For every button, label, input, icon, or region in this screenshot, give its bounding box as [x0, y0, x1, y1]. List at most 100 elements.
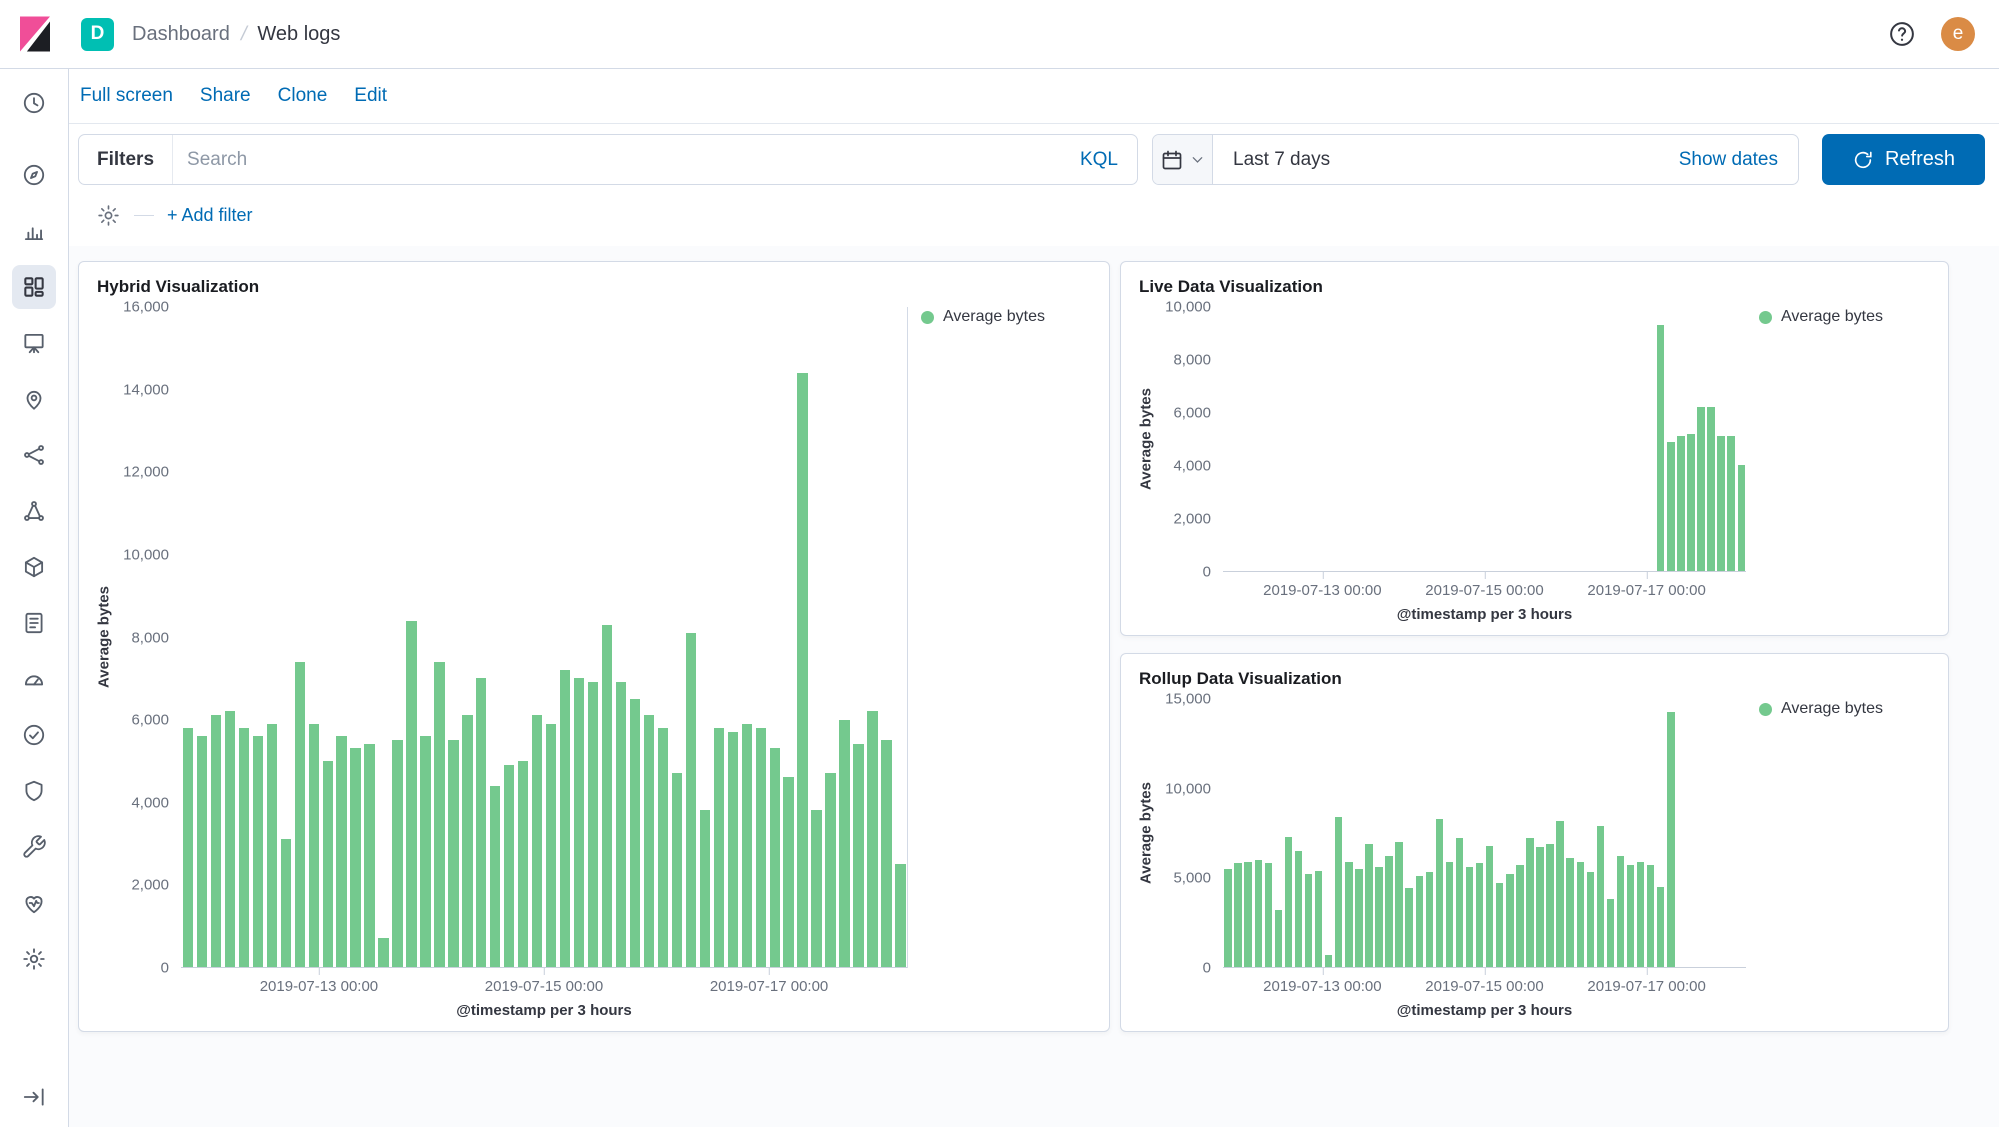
chart-legend[interactable]: Average bytes: [1746, 307, 1936, 572]
uptime-icon: [21, 722, 47, 748]
refresh-button[interactable]: Refresh: [1822, 134, 1985, 185]
apm-icon: [21, 666, 47, 692]
x-axis-title: @timestamp per 3 hours: [1223, 606, 1746, 623]
panel-live-data-visualization: Live Data Visualization Average bytes 02…: [1120, 261, 1949, 636]
main-content: Full screen Share Clone Edit Filters KQL: [69, 69, 1999, 1127]
breadcrumb: Dashboard / Web logs: [132, 23, 340, 46]
plot-area: [1223, 307, 1746, 572]
metrics-icon: [21, 554, 47, 580]
share-button[interactable]: Share: [200, 85, 251, 107]
bar-chart-live: Average bytes 02,0004,0006,0008,00010,00…: [1133, 299, 1936, 623]
x-axis-title: @timestamp per 3 hours: [1223, 1002, 1746, 1019]
plot-area: [181, 307, 907, 968]
machine-learning-icon: [21, 442, 47, 468]
sidebar-collapse-toggle[interactable]: [12, 1075, 56, 1119]
quick-select-button[interactable]: [1153, 135, 1213, 184]
filter-actions-row: + Add filter: [78, 200, 1985, 230]
dashboard-grid: Hybrid Visualization Average bytes 02,00…: [69, 246, 1999, 1127]
logs-icon: [21, 610, 47, 636]
top-bar-right: e: [1887, 17, 1999, 51]
panel-title[interactable]: Rollup Data Visualization: [1133, 664, 1936, 691]
bar-chart-hybrid: Average bytes 02,0004,0006,0008,00010,00…: [91, 299, 1097, 1019]
search-bar: Filters KQL: [78, 134, 1138, 185]
canvas-icon: [21, 330, 47, 356]
sidebar-nav: [0, 69, 69, 1127]
kibana-logo-icon: [15, 14, 55, 54]
help-icon: [1887, 19, 1917, 49]
legend-color-dot: [921, 311, 934, 324]
sidebar-item-recent[interactable]: [12, 81, 56, 125]
y-axis-title: Average bytes: [1133, 699, 1159, 968]
panel-title[interactable]: Hybrid Visualization: [91, 272, 1097, 299]
sidebar-item-metrics[interactable]: [12, 545, 56, 589]
recent-icon: [21, 90, 47, 116]
chart-legend[interactable]: Average bytes: [907, 307, 1097, 968]
stack-monitoring-icon: [21, 890, 47, 916]
show-dates-button[interactable]: Show dates: [1679, 149, 1798, 171]
gear-icon: [96, 203, 121, 228]
y-axis-ticks: 02,0004,0006,0008,00010,000: [1159, 307, 1223, 572]
panel-rollup-data-visualization: Rollup Data Visualization Average bytes …: [1120, 653, 1949, 1032]
space-badge[interactable]: D: [81, 18, 114, 51]
y-axis-title: Average bytes: [91, 307, 117, 968]
siem-icon: [21, 778, 47, 804]
breadcrumb-separator: /: [238, 23, 248, 46]
right-column: Live Data Visualization Average bytes 02…: [1120, 261, 1949, 1032]
sidebar-item-visualize[interactable]: [12, 209, 56, 253]
sidebar-item-management[interactable]: [12, 937, 56, 981]
sidebar-item-apm[interactable]: [12, 657, 56, 701]
legend-color-dot: [1759, 703, 1772, 716]
breadcrumb-current: Web logs: [257, 23, 340, 46]
filter-options-button[interactable]: [96, 203, 121, 228]
plot-area: [1223, 699, 1746, 968]
y-axis-ticks: 05,00010,00015,000: [1159, 699, 1223, 968]
divider: [134, 215, 154, 216]
legend-label: Average bytes: [1781, 700, 1883, 718]
help-button[interactable]: [1887, 19, 1917, 49]
add-filter-button[interactable]: + Add filter: [167, 205, 253, 226]
x-axis-title: @timestamp per 3 hours: [181, 1002, 907, 1019]
legend-label: Average bytes: [943, 308, 1045, 326]
maps-icon: [21, 386, 47, 412]
kql-button[interactable]: KQL: [1061, 149, 1137, 171]
legend-color-dot: [1759, 311, 1772, 324]
sidebar-item-siem[interactable]: [12, 769, 56, 813]
collapse-icon: [21, 1084, 47, 1110]
sidebar-item-machine-learning[interactable]: [12, 433, 56, 477]
sidebar-item-dev-tools[interactable]: [12, 825, 56, 869]
legend-label: Average bytes: [1781, 308, 1883, 326]
filters-menu-button[interactable]: Filters: [79, 149, 172, 171]
sidebar-item-logs[interactable]: [12, 601, 56, 645]
sidebar-item-dashboard[interactable]: [12, 265, 56, 309]
time-range-value[interactable]: Last 7 days: [1213, 149, 1679, 171]
breadcrumb-dashboard[interactable]: Dashboard: [132, 23, 230, 46]
sidebar-item-maps[interactable]: [12, 377, 56, 421]
kibana-logo[interactable]: [0, 14, 69, 54]
user-avatar[interactable]: e: [1941, 17, 1975, 51]
dev-tools-icon: [21, 834, 47, 860]
top-bar: D Dashboard / Web logs e: [0, 0, 1999, 69]
management-icon: [21, 946, 47, 972]
filter-section: Filters KQL Last 7 days Sh: [69, 124, 1999, 246]
panel-title[interactable]: Live Data Visualization: [1133, 272, 1936, 299]
bar-chart-rollup: Average bytes 05,00010,00015,000 Average…: [1133, 691, 1936, 1019]
refresh-icon: [1852, 149, 1874, 171]
search-input[interactable]: [173, 149, 1061, 171]
discover-icon: [21, 162, 47, 188]
y-axis-title: Average bytes: [1133, 307, 1159, 572]
sidebar-item-discover[interactable]: [12, 153, 56, 197]
refresh-label: Refresh: [1885, 148, 1955, 171]
sidebar-item-stack-monitoring[interactable]: [12, 881, 56, 925]
sidebar-item-uptime[interactable]: [12, 713, 56, 757]
edit-button[interactable]: Edit: [354, 85, 387, 107]
full-screen-button[interactable]: Full screen: [80, 85, 173, 107]
clone-button[interactable]: Clone: [278, 85, 328, 107]
y-axis-ticks: 02,0004,0006,0008,00010,00012,00014,0001…: [117, 307, 181, 968]
x-axis-ticks: 2019-07-13 00:002019-07-15 00:002019-07-…: [181, 968, 907, 1000]
sidebar-item-graph[interactable]: [12, 489, 56, 533]
visualize-icon: [21, 218, 47, 244]
sidebar-item-canvas[interactable]: [12, 321, 56, 365]
chart-legend[interactable]: Average bytes: [1746, 699, 1936, 968]
panel-hybrid-visualization: Hybrid Visualization Average bytes 02,00…: [78, 261, 1110, 1032]
x-axis-ticks: 2019-07-13 00:002019-07-15 00:002019-07-…: [1223, 572, 1746, 604]
